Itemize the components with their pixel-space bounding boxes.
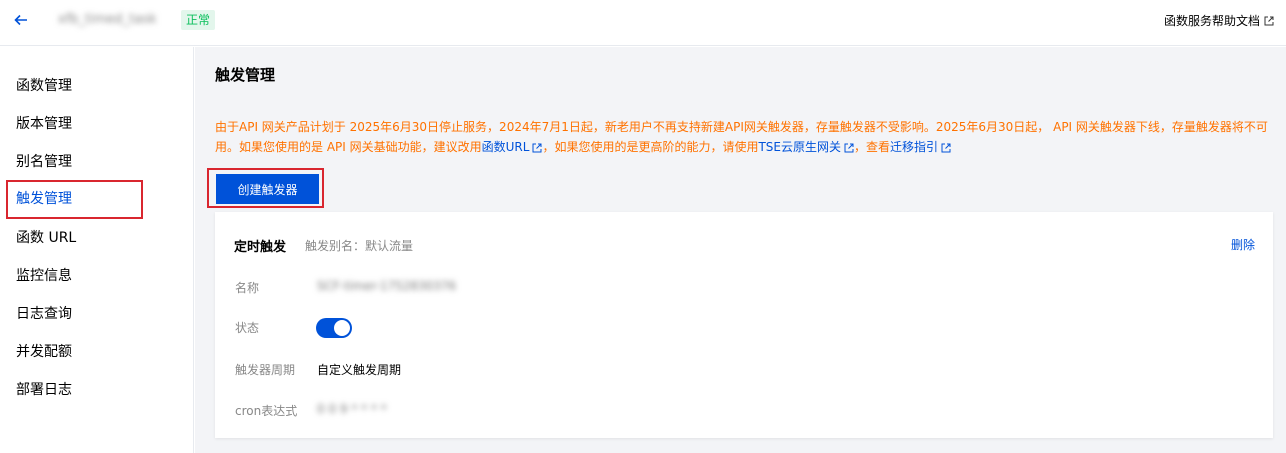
sidebar-item-deploy-log[interactable]: 部署日志	[6, 371, 143, 409]
create-trigger-highlight: 创建触发器	[207, 168, 324, 208]
external-link-icon	[532, 143, 542, 152]
period-value: 自定义触发周期	[317, 363, 402, 377]
external-link-icon	[941, 143, 951, 152]
cron-value: 0 0 9 * * * *	[317, 402, 387, 416]
migration-guide-link[interactable]: 迁移指引	[890, 140, 938, 154]
sidebar-item-trigger-management[interactable]: 触发管理	[6, 180, 143, 219]
trigger-type: 定时触发	[234, 240, 287, 255]
status-toggle[interactable]	[316, 318, 352, 338]
sidebar-item-log-query[interactable]: 日志查询	[6, 295, 143, 333]
function-url-link[interactable]: 函数URL	[482, 140, 530, 154]
create-trigger-button[interactable]: 创建触发器	[216, 174, 319, 204]
name-label: 名称	[235, 281, 260, 295]
external-link-icon	[1264, 16, 1274, 25]
main-content: 触发管理 由于API 网关产品计划于 2025年6月30日停止服务，2024年7…	[195, 47, 1286, 453]
external-link-icon	[844, 143, 854, 152]
cron-label: cron表达式	[235, 404, 298, 418]
trigger-name-value: SCF-timer-1752830376	[317, 279, 457, 293]
deprecation-notice: 由于API 网关产品计划于 2025年6月30日停止服务，2024年7月1日起，…	[215, 117, 1275, 157]
help-doc-label: 函数服务帮助文档	[1163, 14, 1260, 28]
trigger-alias: 触发别名：默认流量	[305, 239, 414, 253]
sidebar: 函数管理 版本管理 别名管理 触发管理 函数 URL 监控信息 日志查询 并发配…	[0, 47, 194, 453]
page-title: 触发管理	[215, 66, 276, 84]
back-arrow-icon[interactable]	[14, 10, 32, 30]
tse-gateway-link[interactable]: TSE云原生网关	[758, 140, 841, 154]
delete-trigger-link[interactable]: 删除	[1231, 236, 1255, 253]
sidebar-item-function-url[interactable]: 函数 URL	[6, 219, 143, 257]
period-label: 触发器周期	[235, 363, 296, 377]
help-doc-link[interactable]: 函数服务帮助文档	[1164, 12, 1274, 29]
toggle-knob	[334, 320, 350, 336]
sidebar-item-version-management[interactable]: 版本管理	[6, 105, 143, 143]
sidebar-item-concurrency-quota[interactable]: 并发配额	[6, 333, 143, 371]
trigger-card: 定时触发 触发别名：默认流量 删除 名称 SCF-timer-175283037…	[215, 212, 1273, 438]
sidebar-item-monitoring[interactable]: 监控信息	[6, 257, 143, 295]
top-bar: xfb_timed_task 正常 函数服务帮助文档	[0, 0, 1286, 46]
notice-text-2: ，如果您使用的是更高阶的能力，请使用	[542, 140, 759, 154]
status-label: 状态	[235, 321, 260, 335]
sidebar-item-function-management[interactable]: 函数管理	[6, 67, 143, 105]
sidebar-item-alias-management[interactable]: 别名管理	[6, 143, 143, 181]
function-name: xfb_timed_task	[58, 12, 157, 27]
notice-text-3: ，查看	[853, 140, 890, 154]
status-badge: 正常	[181, 10, 216, 30]
